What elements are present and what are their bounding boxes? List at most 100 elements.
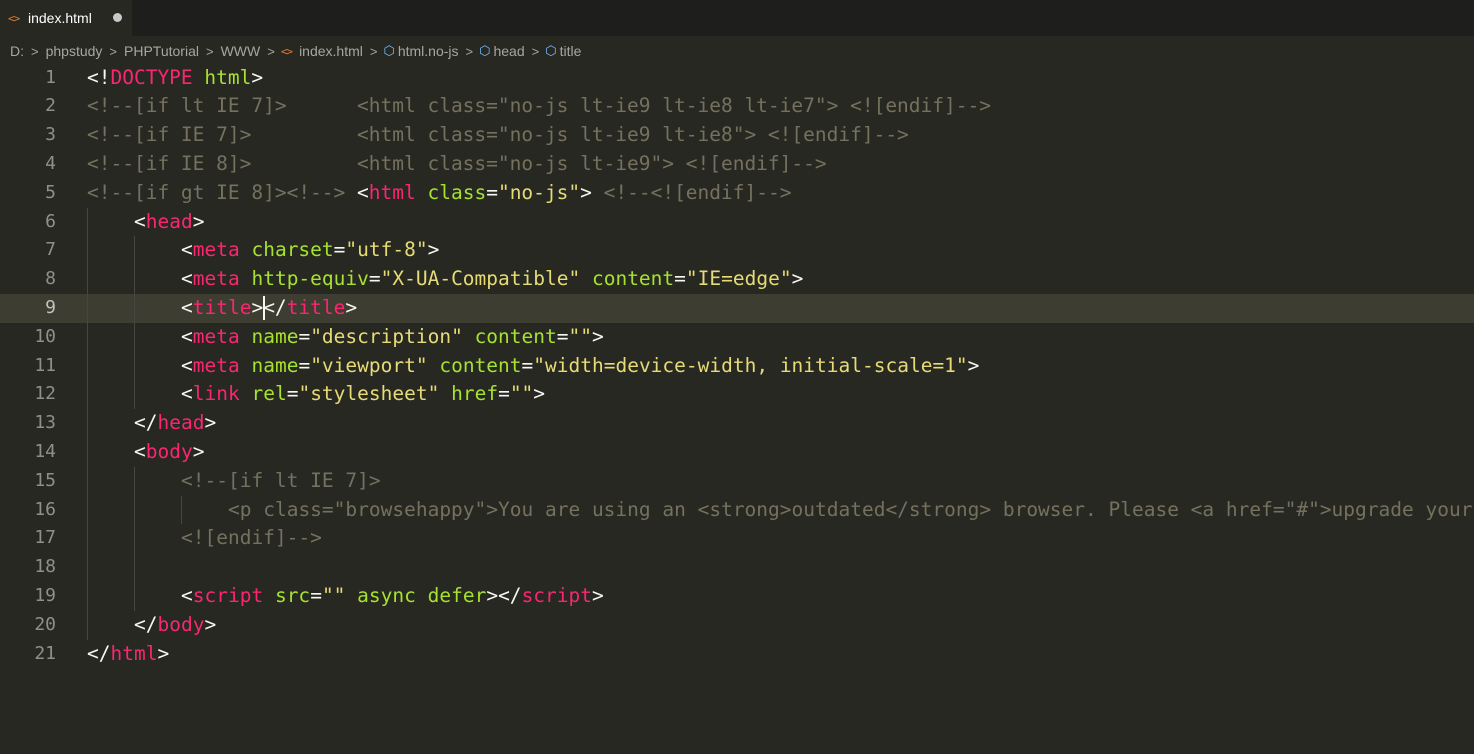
code-token: < [134, 440, 146, 463]
code-line[interactable]: 12 <link rel="stylesheet" href=""> [0, 380, 1474, 410]
code-line[interactable]: 15 <!--[if lt IE 7]> [0, 466, 1474, 496]
code-line[interactable]: 4 <!--[if IE 8]> <html class="no-js lt-ie… [0, 150, 1474, 179]
code-token: < [181, 584, 193, 607]
code-token: <p class="browsehappy">You are using an … [228, 497, 1473, 521]
code-text: <head> [134, 208, 204, 237]
code-token: "X-UA-Compatible" [380, 267, 581, 291]
code-line[interactable]: 21 </html> [0, 640, 1474, 669]
code-line[interactable]: 6 <head> [0, 207, 1474, 237]
breadcrumb-item-head[interactable]: head [492, 43, 525, 59]
code-line[interactable]: 9 <title></title> [0, 294, 1474, 323]
indent-guide [87, 524, 88, 554]
code-line[interactable]: 11 <meta name="viewport" content="width=d… [0, 351, 1474, 381]
code-token: html [368, 180, 416, 204]
breadcrumb-item-phptutorial[interactable]: PHPTutorial [123, 43, 200, 59]
code-token: < [357, 180, 369, 204]
code-text: </head> [134, 409, 216, 438]
code-token: defer [427, 584, 487, 607]
chevron-right-icon: > [465, 43, 474, 59]
indent-guide [87, 380, 88, 410]
code-line[interactable]: 2 <!--[if lt IE 7]> <html class="no-js lt… [0, 92, 1474, 121]
code-token: > [427, 238, 440, 262]
line-number: 11 [34, 354, 56, 376]
code-token: > [533, 382, 546, 406]
code-line[interactable]: 10 <meta name="description" content=""> [0, 322, 1474, 352]
code-token: <!--<![endif]--> [603, 180, 792, 204]
line-number: 9 [45, 297, 56, 318]
code-token: script [521, 584, 593, 607]
code-token: name [251, 324, 299, 348]
breadcrumb-item-title[interactable]: title [559, 43, 583, 59]
code-token: = [486, 180, 498, 204]
breadcrumb-item-www[interactable]: WWW [220, 43, 262, 59]
code-token: "" [509, 382, 534, 406]
code-token: < [181, 353, 193, 377]
text-cursor [263, 296, 266, 320]
code-token: </ [87, 641, 111, 665]
code-token: content [474, 324, 557, 348]
code-text: <script src="" async defer></script> [181, 582, 604, 611]
code-token: body [145, 440, 193, 463]
code-text: <meta name="description" content=""> [181, 323, 604, 352]
tab-index-html[interactable]: <> index.html [0, 0, 132, 36]
code-text: <meta http-equiv="X-UA-Compatible" conte… [181, 265, 803, 294]
code-token: meta [192, 267, 240, 291]
code-line[interactable]: 13 </head> [0, 409, 1474, 438]
breadcrumb-item-file[interactable]: index.html [298, 43, 364, 59]
code-token: "IE=edge" [685, 267, 792, 291]
code-token: src [274, 584, 311, 607]
code-text: <!--[if IE 7]> <html class="no-js lt-ie9… [87, 121, 909, 150]
code-token: <!--[if lt IE 7]> [181, 468, 381, 492]
line-number: 5 [45, 181, 56, 203]
code-token: > [592, 584, 604, 607]
code-line[interactable]: 8 <meta http-equiv="X-UA-Compatible" cont… [0, 265, 1474, 294]
line-number: 19 [34, 585, 56, 606]
code-token: </ [134, 411, 158, 435]
code-token: charset [251, 238, 334, 262]
code-token: = [310, 584, 322, 607]
code-token: > [591, 324, 604, 348]
code-text: <meta name="viewport" content="width=dev… [181, 352, 979, 381]
code-token: <!--[if IE 8]> <html class="no-js lt-ie9… [87, 152, 827, 175]
code-token: rel [251, 382, 287, 406]
code-token: "" [568, 324, 592, 348]
code-token: > [204, 411, 217, 435]
code-token: = [674, 267, 686, 291]
code-line[interactable]: 14 <body> [0, 438, 1474, 467]
breadcrumb-item-phpstudy[interactable]: phpstudy [45, 43, 104, 59]
code-text: </html> [87, 640, 169, 669]
code-token: > [192, 440, 205, 463]
code-editor[interactable]: 1 <!DOCTYPE html> 2 <!--[if lt IE 7]> <html… [0, 63, 1474, 754]
breadcrumb-item-drive[interactable]: D: [9, 43, 25, 59]
line-number: 12 [34, 383, 56, 405]
code-line[interactable]: 19 <script src="" async defer></script> [0, 582, 1474, 611]
code-line[interactable]: 16 <p class="browsehappy">You are using a… [0, 495, 1474, 525]
indent-guide [134, 380, 135, 410]
code-line[interactable]: 18 [0, 553, 1474, 582]
code-line[interactable]: 17 <![endif]--> [0, 524, 1474, 554]
indent-guide [134, 495, 135, 525]
code-token: ></ [486, 584, 522, 607]
breadcrumb-item-html[interactable]: html.no-js [397, 43, 460, 59]
code-line[interactable]: 20 </body> [0, 610, 1474, 640]
code-token: class [427, 180, 487, 204]
code-text: </body> [134, 611, 216, 640]
code-token: = [521, 353, 534, 377]
unsaved-dot-icon[interactable] [113, 13, 122, 22]
code-token: = [556, 324, 569, 348]
code-line[interactable]: 7 <meta charset="utf-8"> [0, 236, 1474, 266]
indent-guide [134, 265, 135, 294]
code-text: <!DOCTYPE html> [87, 64, 263, 93]
code-line[interactable]: 3 <!--[if IE 7]> <html class="no-js lt-ie… [0, 121, 1474, 150]
code-token: > [580, 180, 604, 204]
code-line[interactable]: 5 <!--[if gt IE 8]><!--> <html class="no-… [0, 179, 1474, 208]
chevron-right-icon: > [109, 43, 118, 59]
code-token: "no-js" [497, 180, 581, 204]
code-line[interactable]: 1 <!DOCTYPE html> [0, 64, 1474, 93]
code-token: < [181, 267, 193, 291]
